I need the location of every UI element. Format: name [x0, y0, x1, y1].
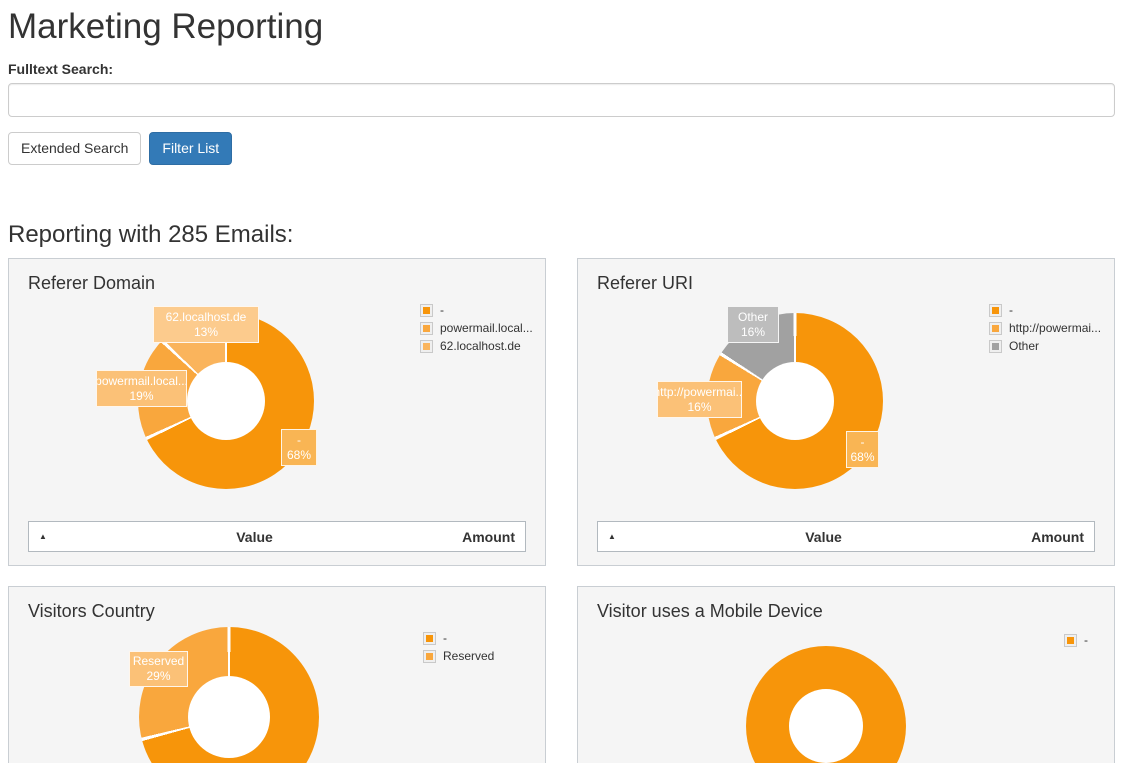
- page-title: Marketing Reporting: [8, 8, 1115, 47]
- legend-swatch: [421, 323, 432, 334]
- chart-legend: - http://powermai... Other: [990, 303, 1101, 357]
- slice-label: 62.localhost.de 13%: [153, 306, 259, 343]
- extended-search-button[interactable]: Extended Search: [8, 132, 141, 166]
- column-header-amount[interactable]: Amount: [462, 529, 525, 545]
- sort-ascending-icon[interactable]: ▲: [29, 532, 47, 541]
- legend-swatch: [424, 633, 435, 644]
- donut-hole: [756, 362, 834, 440]
- panel-referer-domain: Referer Domain 62.localhost.de 13% power…: [8, 258, 546, 566]
- legend-item[interactable]: powermail.local...: [421, 321, 533, 335]
- slice-label: powermail.local... 19%: [96, 370, 187, 407]
- chart-legend: - powermail.local... 62.localhost.de: [421, 303, 533, 357]
- column-header-value[interactable]: Value: [616, 529, 1031, 545]
- legend-item[interactable]: -: [990, 303, 1101, 317]
- panel-title: Referer Domain: [28, 273, 155, 294]
- slice-label: http://powermai... 16%: [657, 381, 742, 418]
- panel-title: Visitors Country: [28, 601, 155, 622]
- slice-label: - 68%: [281, 429, 317, 466]
- donut-hole: [187, 362, 265, 440]
- reporting-grid: Referer Domain 62.localhost.de 13% power…: [8, 258, 1115, 763]
- chart-legend: -: [1065, 633, 1088, 651]
- filter-list-button[interactable]: Filter List: [149, 132, 232, 166]
- legend-swatch: [421, 341, 432, 352]
- panel-title: Visitor uses a Mobile Device: [597, 601, 823, 622]
- column-header-amount[interactable]: Amount: [1031, 529, 1094, 545]
- slice-label: - 68%: [846, 431, 879, 468]
- fulltext-search-label: Fulltext Search:: [8, 61, 1115, 77]
- legend-swatch: [421, 305, 432, 316]
- legend-item[interactable]: Other: [990, 339, 1101, 353]
- legend-item[interactable]: -: [424, 631, 494, 645]
- legend-item[interactable]: http://powermai...: [990, 321, 1101, 335]
- button-row: Extended Search Filter List: [8, 132, 1115, 166]
- panel-visitor-mobile-device: Visitor uses a Mobile Device - ▲ Value A…: [577, 586, 1115, 763]
- page-container: Marketing Reporting Fulltext Search: Ext…: [8, 8, 1115, 763]
- chart-legend: - Reserved: [424, 631, 494, 667]
- table-header: ▲ Value Amount: [597, 521, 1095, 552]
- fulltext-search-input[interactable]: [8, 83, 1115, 117]
- panel-referer-uri: Referer URI Other 16% http://powermai...…: [577, 258, 1115, 566]
- legend-item[interactable]: -: [421, 303, 533, 317]
- legend-swatch: [990, 305, 1001, 316]
- legend-swatch: [990, 323, 1001, 334]
- sort-ascending-icon[interactable]: ▲: [598, 532, 616, 541]
- legend-item[interactable]: 62.localhost.de: [421, 339, 533, 353]
- legend-item[interactable]: -: [1065, 633, 1088, 647]
- legend-item[interactable]: Reserved: [424, 649, 494, 663]
- donut-hole: [188, 676, 270, 758]
- legend-swatch: [990, 341, 1001, 352]
- column-header-value[interactable]: Value: [47, 529, 462, 545]
- table-header: ▲ Value Amount: [28, 521, 526, 552]
- donut-hole: [789, 689, 863, 763]
- reporting-heading: Reporting with 285 Emails:: [8, 221, 1115, 249]
- legend-swatch: [424, 651, 435, 662]
- panel-title: Referer URI: [597, 273, 693, 294]
- panel-visitors-country: Visitors Country Reserved 29% - Reserved…: [8, 586, 546, 763]
- slice-label: Other 16%: [727, 306, 779, 343]
- slice-label: Reserved 29%: [129, 651, 188, 687]
- legend-swatch: [1065, 635, 1076, 646]
